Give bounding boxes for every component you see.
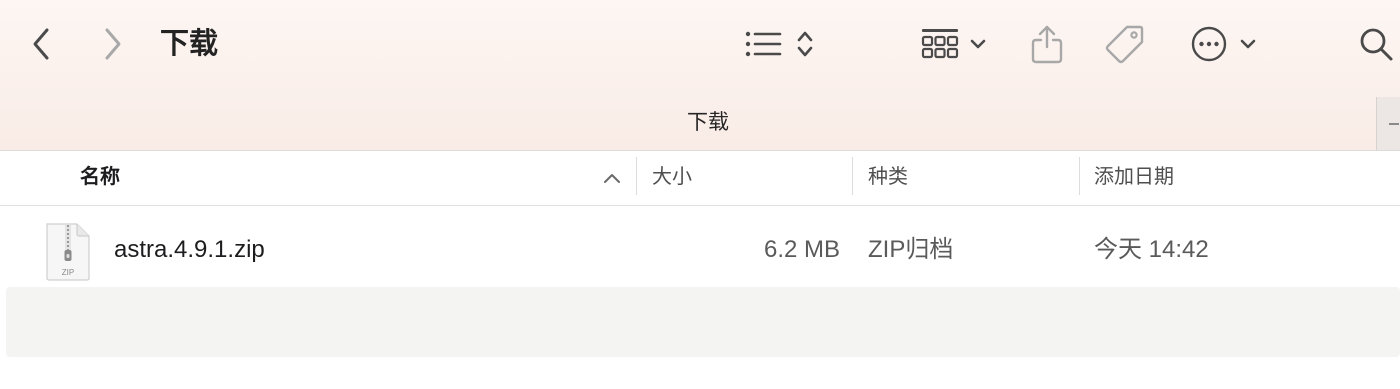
column-header-size[interactable]: 大小 [652,151,692,205]
group-button[interactable] [916,24,992,64]
tab-overflow-button[interactable] [1376,97,1400,150]
sort-ascending-button[interactable] [600,165,624,191]
chevron-down-icon [1240,39,1256,49]
minus-icon [1388,122,1399,125]
empty-list-row [6,287,1400,357]
share-icon [1031,25,1063,64]
file-name: astra.4.9.1.zip [114,236,265,263]
ellipsis-circle-icon [1191,26,1227,62]
chevron-up-icon [604,174,620,183]
view-options-button[interactable] [740,24,820,64]
toolbar: 下载 下载 [0,0,1400,150]
window-title: 下载 [160,28,219,60]
chevron-right-icon [105,28,121,60]
grid-icon [921,29,959,59]
forward-button[interactable] [98,26,128,62]
column-header-date-added[interactable]: 添加日期 [1094,151,1174,205]
chevron-up-down-icon [797,31,813,57]
column-header-bar: 名称 大小 种类 添加日期 [0,151,1400,206]
chevron-down-icon [970,39,986,49]
column-header-kind[interactable]: 种类 [868,151,908,205]
file-date-added: 今天 14:42 [1094,236,1209,263]
column-divider[interactable] [636,157,637,195]
tag-button[interactable] [1104,22,1146,66]
column-header-name[interactable]: 名称 [80,151,120,205]
path-title: 下载 [687,111,729,134]
chevron-left-icon [33,28,49,60]
column-divider[interactable] [1079,157,1080,195]
column-divider[interactable] [852,157,853,195]
search-icon [1360,28,1393,61]
file-size: 6.2 MB [763,236,840,263]
zip-icon-label: ZIP [62,268,74,277]
share-button[interactable] [1028,22,1066,66]
tag-icon [1105,25,1144,64]
file-kind: ZIP归档 [868,236,954,263]
list-icon [745,31,782,57]
file-row[interactable]: ZIP astra.4.9.1.zip 6.2 MB ZIP归档 今天 14:4… [0,216,1400,284]
search-button[interactable] [1356,24,1396,64]
back-button[interactable] [26,26,56,62]
more-actions-button[interactable] [1188,24,1260,64]
zip-file-icon: ZIP [46,223,90,281]
